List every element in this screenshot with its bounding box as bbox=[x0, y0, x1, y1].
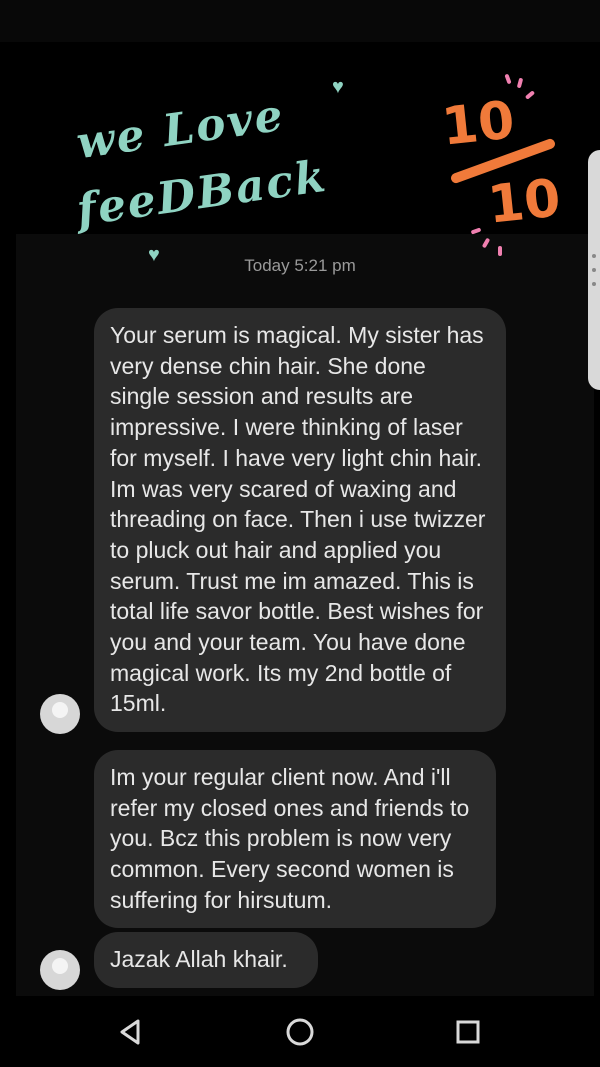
handle-dot-icon bbox=[592, 282, 596, 286]
score-numerator: 10 bbox=[439, 90, 518, 158]
recents-square-icon[interactable] bbox=[448, 1012, 488, 1052]
sparkle-icon bbox=[498, 246, 502, 256]
message-bubble[interactable]: Im your regular client now. And i'll ref… bbox=[94, 750, 496, 928]
sparkle-icon bbox=[524, 90, 536, 100]
heart-icon: ♥ bbox=[332, 76, 344, 98]
message-bubble[interactable]: Jazak Allah khair. bbox=[94, 932, 318, 988]
message-timestamp: Today 5:21 pm bbox=[244, 256, 356, 275]
title-line-1: we Love bbox=[73, 89, 288, 170]
avatar[interactable] bbox=[40, 694, 80, 734]
home-circle-icon[interactable] bbox=[280, 1012, 320, 1052]
avatar[interactable] bbox=[40, 950, 80, 990]
message-bubble[interactable]: Your serum is magical. My sister has ver… bbox=[94, 308, 506, 732]
sparkle-icon bbox=[504, 73, 512, 85]
back-triangle-icon[interactable] bbox=[110, 1012, 150, 1052]
status-bar bbox=[0, 0, 600, 42]
sparkle-icon bbox=[516, 77, 524, 89]
score-denominator: 10 bbox=[485, 168, 564, 236]
navigation-bar bbox=[0, 996, 600, 1067]
